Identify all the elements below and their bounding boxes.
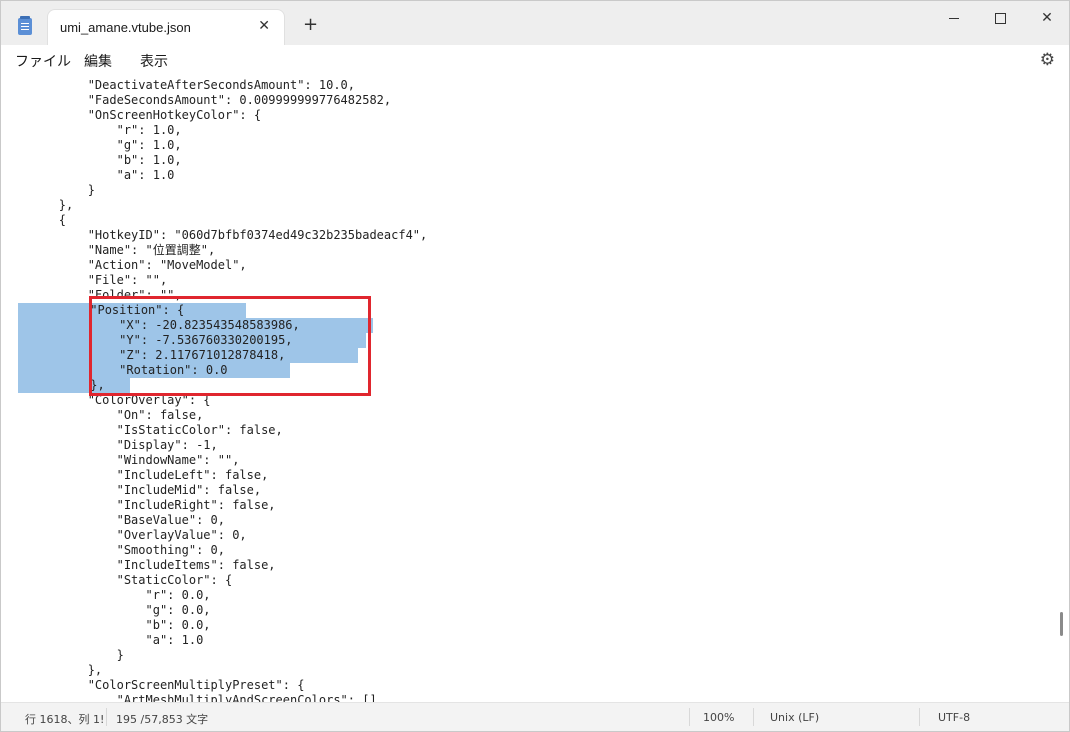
code-line[interactable]: "IncludeRight": false, bbox=[1, 498, 427, 513]
maximize-icon bbox=[994, 12, 1006, 24]
code-line[interactable]: "FadeSecondsAmount": 0.00999999977648258… bbox=[1, 93, 427, 108]
code-line[interactable]: "On": false, bbox=[1, 408, 427, 423]
code-line[interactable]: "IncludeMid": false, bbox=[1, 483, 427, 498]
notepad-window: umi_amane.vtube.json ✕ + ✕ ファイル 編集 表示 ⚙ … bbox=[0, 0, 1070, 732]
line-ending[interactable]: Unix (LF) bbox=[770, 711, 819, 724]
text-editor[interactable]: "DeactivateAfterSecondsAmount": 10.0, "F… bbox=[1, 75, 1069, 702]
code-line[interactable]: "IsStaticColor": false, bbox=[1, 423, 427, 438]
code-line[interactable]: "ArtMeshMultiplyAndScreenColors": [] bbox=[1, 693, 427, 702]
status-divider bbox=[753, 708, 754, 726]
code-line[interactable]: "ColorScreenMultiplyPreset": { bbox=[1, 678, 427, 693]
code-line[interactable]: "g": 1.0, bbox=[1, 138, 427, 153]
code-line[interactable]: "b": 1.0, bbox=[1, 153, 427, 168]
code-line[interactable]: "r": 1.0, bbox=[1, 123, 427, 138]
code-line[interactable]: "Display": -1, bbox=[1, 438, 427, 453]
status-divider bbox=[919, 708, 920, 726]
code-line[interactable]: } bbox=[1, 648, 427, 663]
cursor-position: 行 1618、列 1! bbox=[25, 713, 105, 726]
code-line[interactable]: "OverlayValue": 0, bbox=[1, 528, 427, 543]
close-window-button[interactable]: ✕ bbox=[1024, 7, 1069, 29]
status-divider bbox=[689, 708, 690, 726]
notepad-app-icon bbox=[18, 16, 32, 35]
code-line[interactable]: } bbox=[1, 183, 427, 198]
menu-view[interactable]: 表示 bbox=[140, 51, 168, 71]
code-line[interactable]: "g": 0.0, bbox=[1, 603, 427, 618]
menu-bar: ファイル 編集 表示 ⚙ bbox=[1, 45, 1069, 75]
settings-gear-icon[interactable]: ⚙ bbox=[1040, 50, 1055, 70]
encoding[interactable]: UTF-8 bbox=[938, 711, 970, 724]
code-line[interactable]: "WindowName": "", bbox=[1, 453, 427, 468]
code-line[interactable]: }, bbox=[1, 663, 427, 678]
code-line[interactable]: "BaseValue": 0, bbox=[1, 513, 427, 528]
maximize-button[interactable] bbox=[977, 7, 1023, 29]
code-line[interactable]: "IncludeLeft": false, bbox=[1, 468, 427, 483]
file-tab[interactable]: umi_amane.vtube.json ✕ bbox=[47, 9, 285, 45]
code-line[interactable]: "Name": "位置調整", bbox=[1, 243, 427, 258]
vertical-scrollbar-thumb[interactable] bbox=[1060, 612, 1063, 636]
code-line[interactable]: "Smoothing": 0, bbox=[1, 543, 427, 558]
code-line[interactable]: "r": 0.0, bbox=[1, 588, 427, 603]
tab-title: umi_amane.vtube.json bbox=[60, 20, 191, 35]
character-count: 195 /57,853 文字 bbox=[116, 713, 209, 726]
code-line[interactable]: "a": 1.0 bbox=[1, 168, 427, 183]
code-line[interactable]: "Action": "MoveModel", bbox=[1, 258, 427, 273]
code-line[interactable]: "OnScreenHotkeyColor": { bbox=[1, 108, 427, 123]
code-line[interactable]: }, bbox=[1, 198, 427, 213]
status-bar: 行 1618、列 1! 195 /57,853 文字 100% Unix (LF… bbox=[1, 702, 1069, 731]
code-line[interactable]: "StaticColor": { bbox=[1, 573, 427, 588]
title-bar: umi_amane.vtube.json ✕ + ✕ bbox=[1, 1, 1069, 45]
status-divider bbox=[106, 708, 107, 726]
zoom-level[interactable]: 100% bbox=[703, 711, 734, 724]
code-line[interactable]: "File": "", bbox=[1, 273, 427, 288]
code-line[interactable]: "HotkeyID": "060d7bfbf0374ed49c32b235bad… bbox=[1, 228, 428, 243]
code-line[interactable]: { bbox=[1, 213, 427, 228]
new-tab-button[interactable]: + bbox=[303, 14, 318, 35]
code-line[interactable]: "b": 0.0, bbox=[1, 618, 427, 633]
code-line[interactable]: "IncludeItems": false, bbox=[1, 558, 427, 573]
minimize-icon bbox=[949, 17, 959, 19]
minimize-button[interactable] bbox=[931, 7, 977, 29]
code-line[interactable]: "a": 1.0 bbox=[1, 633, 427, 648]
menu-file[interactable]: ファイル bbox=[15, 51, 71, 71]
code-line[interactable]: "DeactivateAfterSecondsAmount": 10.0, bbox=[1, 78, 427, 93]
menu-edit[interactable]: 編集 bbox=[84, 51, 112, 71]
highlight-annotation-box bbox=[89, 296, 371, 396]
tab-close-icon[interactable]: ✕ bbox=[258, 18, 270, 34]
